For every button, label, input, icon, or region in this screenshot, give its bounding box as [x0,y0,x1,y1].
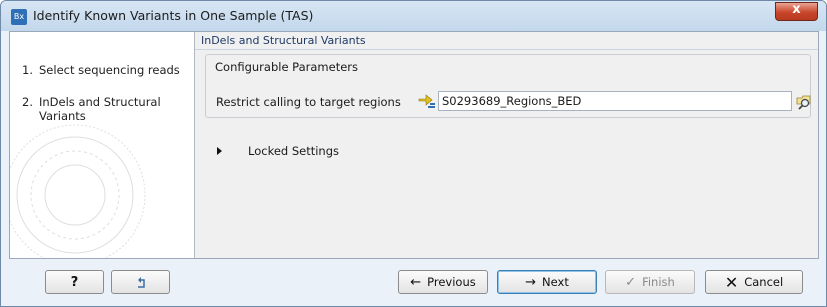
window-title: Identify Known Variants in One Sample (T… [33,8,314,23]
previous-button[interactable]: ← Previous [398,270,488,294]
next-label: Next [542,275,569,289]
expand-triangle-icon [217,147,222,155]
title-bar: Bx Identify Known Variants in One Sample… [1,1,826,31]
previous-label: Previous [427,275,476,289]
app-icon: Bx [11,9,27,25]
step-number: 2. [22,95,33,109]
dialog-window: Bx Identify Known Variants in One Sample… [0,0,827,307]
step-label: Select sequencing reads [39,63,180,77]
browse-magnifier-icon[interactable] [795,92,813,110]
reset-button[interactable] [111,270,170,294]
header-divider [195,49,818,50]
reset-arrow-icon [137,277,145,288]
restrict-regions-label: Restrict calling to target regions [216,95,401,109]
group-title: Configurable Parameters [215,60,359,74]
panel-header: InDels and Structural Variants [201,34,366,47]
step-label: InDels and Structural Variants [39,95,161,123]
question-mark-icon: ? [70,274,79,290]
finish-label: Finish [642,275,675,289]
dialog-content: 1. Select sequencing reads 2. InDels and… [9,31,819,259]
cancel-label: Cancel [744,275,784,289]
configurable-parameters-group: Configurable Parameters Restrict calling… [205,54,811,118]
wizard-steps: 1. Select sequencing reads 2. InDels and… [10,32,195,258]
watermark-gear-icon [10,124,146,258]
target-regions-field[interactable]: S0293689_Regions_BED [438,91,792,111]
close-button[interactable]: x [775,2,818,21]
locked-settings-label: Locked Settings [248,144,340,158]
checkmark-icon: ✓ [625,274,637,290]
cancel-button[interactable]: ✕ Cancel [705,270,803,294]
step-number: 1. [22,63,33,77]
region-track-icon [418,94,435,108]
help-button[interactable]: ? [45,270,104,294]
step-panel: InDels and Structural Variants Configura… [195,32,818,258]
close-icon: x [792,2,801,17]
arrow-left-icon: ← [410,274,422,290]
arrow-right-icon: → [525,274,537,290]
finish-button[interactable]: ✓ Finish [605,270,695,294]
next-button[interactable]: → Next [497,270,597,294]
x-icon: ✕ [724,272,739,292]
